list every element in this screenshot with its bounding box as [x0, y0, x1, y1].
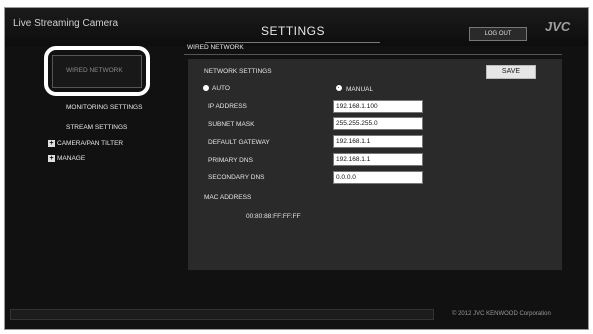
app-title: Live Streaming Camera — [13, 18, 119, 29]
sidebar-item-stream-settings[interactable]: STREAM SETTINGS — [66, 124, 127, 131]
primary-dns-label: PRIMARY DNS — [208, 157, 253, 164]
status-bar — [10, 309, 434, 320]
ip-address-label: IP ADDRESS — [208, 103, 247, 110]
sidebar-item-monitoring-settings[interactable]: MONITORING SETTINGS — [66, 104, 142, 111]
auto-radio[interactable] — [203, 85, 209, 91]
logout-button[interactable]: LOG OUT — [469, 27, 527, 41]
subnet-mask-input[interactable] — [333, 117, 423, 130]
sidebar-item-label: CAMERA/PAN TILTER — [57, 140, 124, 148]
copyright-text: © 2012 JVC KENWOOD Corporation — [452, 311, 551, 317]
plus-icon[interactable]: + — [48, 140, 55, 147]
section-title: WIRED NETWORK — [187, 44, 244, 51]
mac-address-value: 00:80:88:FF:FF:FF — [246, 213, 301, 220]
default-gateway-label: DEFAULT GATEWAY — [208, 139, 270, 146]
sidebar-item-label: MANAGE — [57, 155, 86, 163]
sidebar-item-manage[interactable]: + MANAGE — [48, 155, 85, 162]
sidebar-item-wired-network[interactable]: WIRED NETWORK — [66, 67, 123, 74]
secondary-dns-label: SECONDARY DNS — [208, 174, 265, 181]
primary-dns-input[interactable] — [333, 153, 423, 166]
subnet-mask-label: SUBNET MASK — [208, 121, 255, 128]
default-gateway-input[interactable] — [333, 135, 423, 148]
section-divider — [184, 54, 562, 55]
save-button[interactable]: SAVE — [486, 65, 536, 79]
title-underline — [205, 42, 380, 43]
page-title: SETTINGS — [260, 24, 325, 38]
ip-address-input[interactable] — [333, 100, 423, 113]
secondary-dns-input[interactable] — [333, 171, 423, 184]
sidebar-item-camera-pan-tilter[interactable]: + CAMERA/PAN TILTER — [48, 140, 123, 147]
top-strip — [0, 0, 593, 7]
header-bar: Live Streaming Camera SETTINGS LOG OUT J… — [5, 8, 588, 46]
brand-logo: JVC — [545, 19, 571, 34]
manual-radio[interactable] — [336, 85, 342, 91]
manual-label: MANUAL — [346, 86, 374, 93]
network-settings-heading: NETWORK SETTINGS — [204, 68, 272, 75]
plus-icon[interactable]: + — [48, 155, 55, 162]
auto-label: AUTO — [212, 85, 230, 92]
mac-address-label: MAC ADDRESS — [204, 194, 252, 201]
